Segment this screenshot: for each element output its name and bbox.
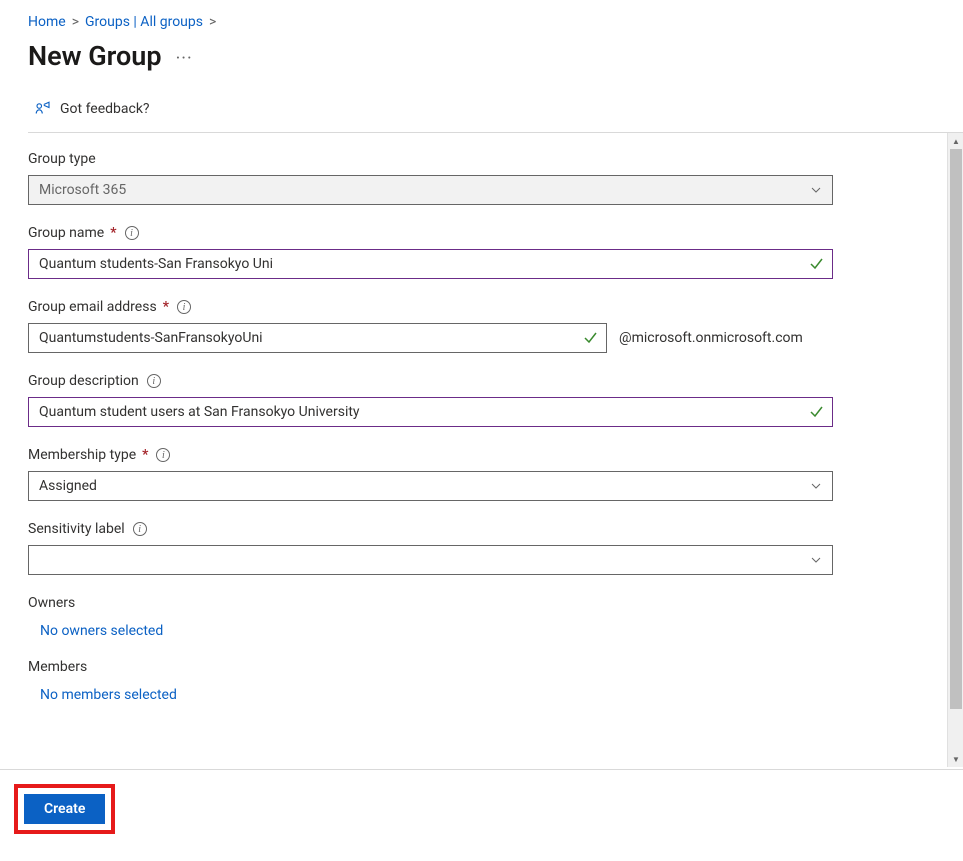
new-group-form: Group type Microsoft 365 Group name * i: [0, 133, 851, 743]
field-sensitivity-label: Sensitivity label i: [28, 521, 811, 575]
chevron-down-icon: [810, 554, 822, 566]
scrollbar-thumb[interactable]: [950, 149, 962, 709]
checkmark-icon: [808, 256, 824, 272]
group-email-input-wrap: [28, 323, 607, 353]
label-text: Membership type: [28, 447, 136, 463]
members-label: Members: [28, 659, 811, 675]
required-marker: *: [163, 299, 169, 315]
required-marker: *: [142, 447, 148, 463]
checkmark-icon: [808, 404, 824, 420]
page-title: New Group: [28, 40, 162, 72]
vertical-scrollbar[interactable]: ▲ ▼: [947, 133, 963, 767]
owners-label: Owners: [28, 595, 811, 611]
label-text: Group name: [28, 225, 104, 241]
info-icon[interactable]: i: [125, 226, 139, 240]
sensitivity-label-label: Sensitivity label i: [28, 521, 811, 537]
info-icon[interactable]: i: [177, 300, 191, 314]
label-text: Group type: [28, 151, 96, 167]
group-description-input[interactable]: [39, 398, 822, 426]
breadcrumb: Home > Groups | All groups >: [0, 0, 963, 40]
membership-type-label: Membership type * i: [28, 447, 811, 463]
breadcrumb-groups[interactable]: Groups | All groups: [85, 14, 203, 30]
group-description-label: Group description i: [28, 373, 811, 389]
checkmark-icon: [582, 330, 598, 346]
membership-type-value: Assigned: [39, 478, 97, 494]
breadcrumb-separator: >: [209, 14, 216, 30]
field-owners: Owners No owners selected: [28, 595, 811, 639]
label-text: Group description: [28, 373, 139, 389]
feedback-icon: [34, 100, 52, 118]
create-button[interactable]: Create: [24, 794, 105, 824]
group-type-value: Microsoft 365: [39, 182, 126, 198]
email-domain-suffix: @microsoft.onmicrosoft.com: [619, 330, 803, 346]
info-icon[interactable]: i: [156, 448, 170, 462]
feedback-link[interactable]: Got feedback?: [0, 100, 963, 132]
label-text: Group email address: [28, 299, 157, 315]
field-group-description: Group description i: [28, 373, 811, 427]
info-icon[interactable]: i: [133, 522, 147, 536]
group-type-select[interactable]: Microsoft 365: [28, 175, 833, 205]
chevron-down-icon: [810, 480, 822, 492]
group-name-label: Group name * i: [28, 225, 811, 241]
group-name-input[interactable]: [39, 250, 822, 278]
owners-selector-link[interactable]: No owners selected: [28, 623, 811, 639]
field-group-type: Group type Microsoft 365: [28, 151, 811, 205]
group-description-input-wrap: [28, 397, 833, 427]
feedback-label: Got feedback?: [60, 101, 150, 117]
scrollbar-down-arrow[interactable]: ▼: [948, 751, 963, 767]
field-group-name: Group name * i: [28, 225, 811, 279]
field-membership-type: Membership type * i Assigned: [28, 447, 811, 501]
members-selector-link[interactable]: No members selected: [28, 687, 811, 703]
more-menu-button[interactable]: ···: [176, 44, 193, 69]
group-name-input-wrap: [28, 249, 833, 279]
label-text: Sensitivity label: [28, 521, 125, 537]
info-icon[interactable]: i: [147, 374, 161, 388]
chevron-down-icon: [810, 184, 822, 196]
membership-type-select[interactable]: Assigned: [28, 471, 833, 501]
sensitivity-label-select[interactable]: [28, 545, 833, 575]
page-header: New Group ···: [0, 40, 963, 100]
create-button-highlight: Create: [14, 784, 115, 834]
field-members: Members No members selected: [28, 659, 811, 703]
group-email-row: @microsoft.onmicrosoft.com: [28, 323, 811, 353]
group-email-input[interactable]: [39, 324, 596, 352]
group-email-label: Group email address * i: [28, 299, 811, 315]
field-group-email: Group email address * i @microsoft.onmic…: [28, 299, 811, 353]
breadcrumb-separator: >: [72, 14, 79, 30]
group-type-label: Group type: [28, 151, 811, 167]
required-marker: *: [110, 225, 116, 241]
breadcrumb-home[interactable]: Home: [28, 14, 66, 30]
footer: Create: [0, 770, 963, 834]
scrollbar-up-arrow[interactable]: ▲: [948, 133, 963, 149]
form-scroll-container: Group type Microsoft 365 Group name * i: [0, 133, 963, 769]
